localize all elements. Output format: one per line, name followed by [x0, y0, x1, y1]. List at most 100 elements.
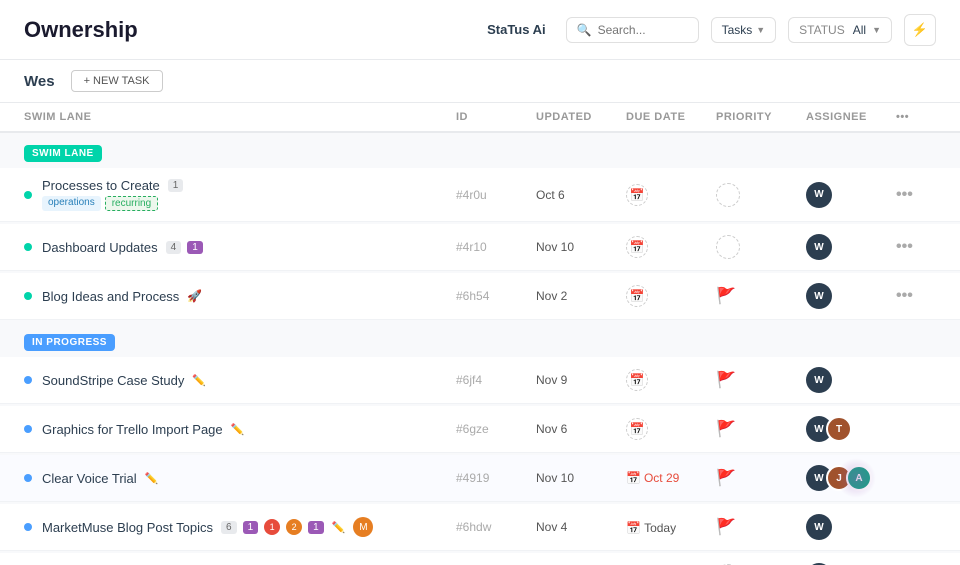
- in-progress-badge: IN PROGRESS: [24, 334, 115, 351]
- task-count-badge: 4: [166, 241, 182, 254]
- calendar-icon7: 📅: [626, 521, 641, 535]
- status-value: All: [853, 23, 866, 37]
- header-controls: StaTus Ai 🔍 Tasks ▼ STATUS All ▼ ⚡: [487, 14, 936, 46]
- user-avatar-badge: M: [353, 517, 373, 537]
- table-row[interactable]: SoundStripe Case Study ✏️ #6jf4 Nov 9 📅 …: [0, 357, 960, 404]
- search-bar[interactable]: 🔍: [566, 17, 699, 43]
- tasks-dropdown[interactable]: Tasks ▼: [711, 17, 777, 43]
- name-row: Clear Voice Trial ✏️: [42, 471, 158, 486]
- filter-button[interactable]: ⚡: [904, 14, 936, 46]
- tasks-label: Tasks: [722, 23, 753, 37]
- task-updated: Nov 10: [536, 471, 626, 485]
- assignee-cell: W: [806, 182, 896, 208]
- table-header: SWIM LANE ID UPDATED DUE DATE PRIORITY A…: [0, 103, 960, 132]
- status-dot: [24, 191, 32, 199]
- avatar: W: [806, 514, 832, 540]
- name-row: Graphics for Trello Import Page ✏️: [42, 422, 244, 437]
- tag-recurring: recurring: [105, 196, 158, 211]
- task-name: MarketMuse Blog Post Topics: [42, 520, 213, 535]
- task-id: #6hdw: [456, 520, 536, 534]
- col-priority: PRIORITY: [716, 111, 806, 123]
- table-row[interactable]: Processes to Create 1 operations recurri…: [0, 168, 960, 222]
- table-row[interactable]: Dashboard Updates 4 1 #4r10 Nov 10 📅 W •…: [0, 224, 960, 271]
- edit-icon[interactable]: ✏️: [145, 472, 159, 485]
- calendar-icon3: 📅: [626, 285, 648, 307]
- task-name-cell: SoundStripe Case Study ✏️: [24, 373, 456, 388]
- purple-glow: [836, 458, 876, 498]
- task-id: #4r0u: [456, 188, 536, 202]
- name-wrapper: Blog Ideas and Process 🚀: [42, 289, 202, 304]
- edit-icon[interactable]: ✏️: [332, 521, 346, 534]
- task-today: 📅 Today: [626, 521, 676, 535]
- avatar: W: [806, 234, 832, 260]
- task-duedate-overdue: 📅 Oct 29: [626, 471, 716, 485]
- priority-icon2: [716, 235, 740, 259]
- task-priority: [716, 235, 806, 259]
- task-updated: Nov 6: [536, 422, 626, 436]
- name-row: Blog Ideas and Process 🚀: [42, 289, 202, 304]
- task-duedate: 📅: [626, 184, 716, 206]
- name-row: Processes to Create 1: [42, 178, 183, 193]
- table-row[interactable]: Google Analytics Saturday Reports #3uhe …: [0, 553, 960, 565]
- name-wrapper: SoundStripe Case Study ✏️: [42, 373, 206, 388]
- task-updated: Oct 6: [536, 188, 626, 202]
- task-name-cell: Blog Ideas and Process 🚀: [24, 289, 456, 304]
- overdue-date: Oct 29: [644, 471, 679, 485]
- task-duedate: 📅: [626, 236, 716, 258]
- task-priority: 🚩: [716, 370, 806, 390]
- more-options-button[interactable]: •••: [896, 238, 936, 256]
- name-wrapper: MarketMuse Blog Post Topics 6 1 1 2 1 ✏️…: [42, 517, 373, 537]
- assignee-cell: W: [806, 367, 896, 393]
- avatar: W: [806, 367, 832, 393]
- chevron-down-icon: ▼: [756, 25, 765, 35]
- task-id: #6gze: [456, 422, 536, 436]
- name-row: MarketMuse Blog Post Topics 6 1 1 2 1 ✏️…: [42, 517, 373, 537]
- col-updated: UPDATED: [536, 111, 626, 123]
- badge-4: 1: [308, 521, 324, 534]
- search-icon: 🔍: [577, 23, 592, 37]
- task-count-badge: 1: [168, 179, 184, 192]
- badge-1: 1: [243, 521, 259, 534]
- table-row[interactable]: Clear Voice Trial ✏️ #4919 Nov 10 📅 Oct …: [0, 455, 960, 502]
- task-priority: 🚩: [716, 419, 806, 439]
- task-notif-badge: 1: [187, 241, 203, 254]
- more-options-button[interactable]: •••: [896, 186, 936, 204]
- page-header: Ownership StaTus Ai 🔍 Tasks ▼ STATUS All…: [0, 0, 960, 60]
- task-id: #4919: [456, 471, 536, 485]
- task-duedate: 📅: [626, 369, 716, 391]
- col-more: •••: [896, 111, 936, 123]
- calendar-icon6: 📅: [626, 471, 641, 485]
- task-updated: Nov 2: [536, 289, 626, 303]
- in-progress-section-header: IN PROGRESS: [0, 322, 960, 357]
- page-title: Ownership: [24, 17, 138, 43]
- col-swimlane: SWIM LANE: [24, 111, 456, 123]
- status-dot: [24, 243, 32, 251]
- task-duedate: 📅 Oct 29: [626, 471, 716, 485]
- new-task-button[interactable]: + NEW TASK: [71, 70, 163, 92]
- name-wrapper: Graphics for Trello Import Page ✏️: [42, 422, 244, 437]
- task-name: Dashboard Updates: [42, 240, 158, 255]
- table-row[interactable]: Blog Ideas and Process 🚀 #6h54 Nov 2 📅 🚩…: [0, 273, 960, 320]
- more-options-button[interactable]: •••: [896, 287, 936, 305]
- task-name-cell: Graphics for Trello Import Page ✏️: [24, 422, 456, 437]
- assignee-cell: W: [806, 514, 896, 540]
- status-label: STATUS: [799, 23, 845, 37]
- task-id: #6h54: [456, 289, 536, 303]
- task-updated: Nov 4: [536, 520, 626, 534]
- status-filter[interactable]: STATUS All ▼: [788, 17, 892, 43]
- task-name-cell: Clear Voice Trial ✏️: [24, 471, 456, 486]
- tag-operations: operations: [42, 196, 101, 211]
- status-dot: [24, 474, 32, 482]
- edit-icon[interactable]: ✏️: [231, 423, 245, 436]
- task-duedate: 📅 Today: [626, 520, 716, 535]
- table-row[interactable]: Graphics for Trello Import Page ✏️ #6gze…: [0, 406, 960, 453]
- calendar-icon: 📅: [626, 184, 648, 206]
- status-dot: [24, 523, 32, 531]
- table-row[interactable]: MarketMuse Blog Post Topics 6 1 1 2 1 ✏️…: [0, 504, 960, 551]
- task-updated: Nov 9: [536, 373, 626, 387]
- search-input[interactable]: [598, 23, 688, 37]
- chevron-down-icon2: ▼: [872, 25, 881, 35]
- edit-icon[interactable]: ✏️: [192, 374, 206, 387]
- assignee-cell: W T: [806, 416, 896, 442]
- subheader: Wes + NEW TASK: [0, 60, 960, 103]
